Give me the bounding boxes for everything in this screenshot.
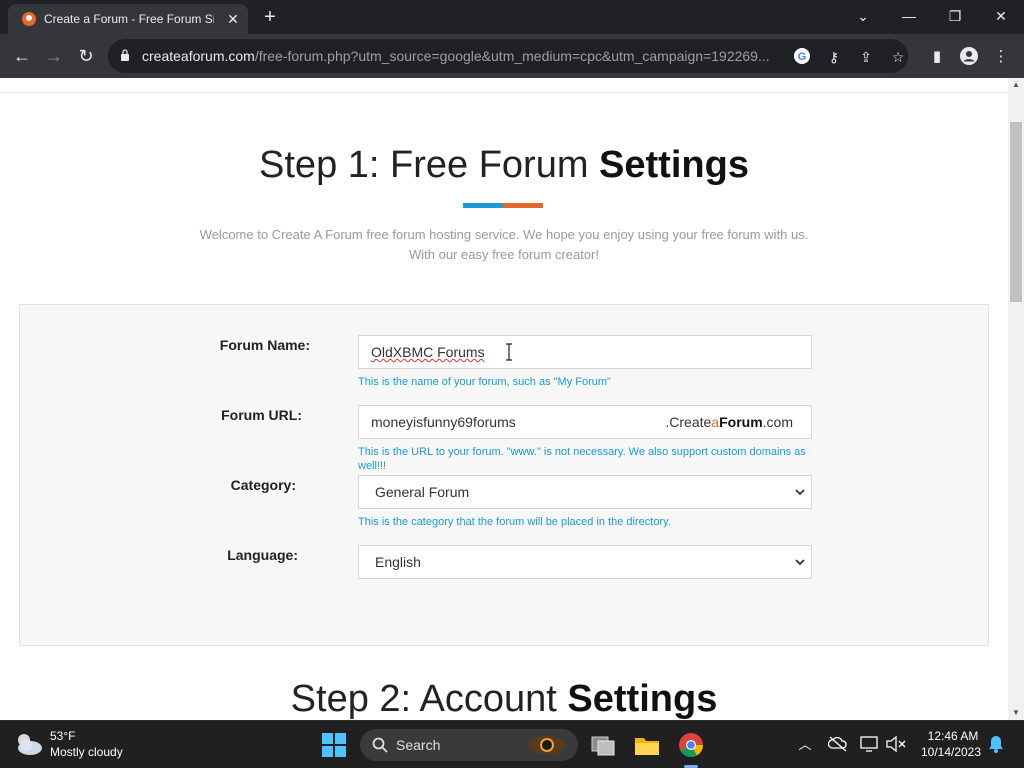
language-value: English [375, 554, 421, 570]
category-select[interactable]: General Forum [358, 475, 812, 509]
windows-start-icon[interactable] [322, 733, 346, 757]
accent-bar-blue [463, 203, 503, 208]
step2-heading: Step 2: Account Settings [0, 678, 1008, 720]
step2-heading-bold: Settings [567, 678, 718, 720]
forum-url-input[interactable]: moneyisfunny69forums .CreateaForum.com [358, 405, 812, 439]
weather-temp: 53°F [50, 729, 76, 743]
address-bar[interactable]: createaforum.com/free-forum.php?utm_sour… [108, 39, 908, 73]
tab-title: Create a Forum - Free Forum Sig [44, 12, 214, 26]
suffix-a: a [711, 414, 720, 430]
category-value: General Forum [375, 484, 470, 500]
back-button[interactable]: ← [8, 42, 36, 70]
heading-accent-bar [463, 203, 543, 208]
clock-date: 10/14/2023 [920, 745, 982, 759]
forum-url-value: moneyisfunny69forums [371, 414, 516, 430]
intro-line-2: With our easy free forum creator! [408, 247, 599, 262]
header-divider [0, 92, 1008, 93]
suffix-com: .com [762, 414, 793, 430]
tab-search-chevron-icon[interactable]: ⌄ [843, 4, 883, 28]
browser-tab[interactable]: Create a Forum - Free Forum Sig ✕ [8, 4, 248, 34]
notification-bell-icon[interactable] [988, 735, 1004, 753]
forum-name-help: This is the name of your forum, such as … [358, 376, 611, 388]
language-label: Language: [227, 547, 298, 563]
category-help: This is the category that the forum will… [358, 516, 671, 528]
page-scrollbar[interactable]: ▲ ▼ [1008, 78, 1024, 720]
createaforum-favicon-icon [22, 12, 36, 26]
profile-avatar-icon[interactable] [958, 46, 980, 68]
forum-name-value: OldXBMC Forums [371, 344, 485, 360]
volume-muted-icon[interactable] [886, 736, 906, 752]
forum-url-help: This is the URL to your forum. "www." is… [358, 446, 806, 472]
forward-button[interactable]: → [40, 42, 68, 70]
scroll-down-arrow-icon[interactable]: ▼ [1008, 706, 1024, 720]
onedrive-offline-icon[interactable] [828, 736, 848, 752]
category-label: Category: [230, 477, 296, 493]
weather-condition: Mostly cloudy [50, 745, 123, 759]
taskbar-search[interactable]: Search [360, 729, 578, 761]
window-close-button[interactable]: ✕ [981, 4, 1021, 28]
new-tab-button[interactable]: + [258, 6, 282, 28]
tab-strip: Create a Forum - Free Forum Sig ✕ + ⌄ — … [0, 0, 1024, 34]
task-view-icon[interactable] [590, 733, 616, 757]
cloud-moon-icon [18, 734, 42, 755]
restore-button[interactable]: ❐ [935, 4, 975, 28]
forum-name-input[interactable]: OldXBMC Forums [358, 335, 812, 369]
search-highlight-icon [529, 736, 565, 754]
lock-icon[interactable] [120, 49, 130, 61]
minimize-button[interactable]: — [889, 4, 929, 28]
share-icon[interactable]: ⇪ [856, 47, 876, 67]
step2-heading-light: Step 2: Account [290, 678, 568, 720]
clock-time: 12:46 AM [927, 729, 979, 743]
key-icon[interactable]: ⚷ [824, 47, 844, 67]
text-cursor-icon [506, 343, 512, 361]
scroll-up-arrow-icon[interactable]: ▲ [1008, 78, 1024, 92]
step1-heading: Step 1: Free Forum Settings [0, 144, 1008, 187]
forum-name-label: Forum Name: [219, 337, 310, 353]
display-icon[interactable] [860, 736, 880, 752]
url-path: /free-forum.php?utm_source=google&utm_me… [254, 48, 770, 64]
side-panel-icon[interactable]: ▮ [926, 46, 948, 68]
scrollbar-thumb[interactable] [1010, 122, 1022, 302]
url-host: createaforum.com [142, 48, 255, 64]
language-select[interactable]: English [358, 545, 812, 579]
page-viewport: Step 1: Free Forum Settings Welcome to C… [0, 78, 1008, 720]
forum-url-label: Forum URL: [221, 407, 302, 423]
step1-heading-bold: Settings [599, 144, 749, 186]
search-icon [372, 737, 388, 753]
search-label: Search [396, 737, 441, 753]
windows-taskbar: 53°F Mostly cloudy Search ︿ 12:46 AM 10/… [0, 720, 1024, 768]
browser-toolbar: ← → ↻ createaforum.com/free-forum.php?ut… [0, 34, 1024, 78]
url-text[interactable]: createaforum.com/free-forum.php?utm_sour… [142, 47, 792, 65]
chevron-down-icon [795, 489, 805, 496]
tray-overflow-chevron-icon[interactable]: ︿ [794, 735, 816, 755]
chevron-down-icon [795, 559, 805, 566]
suffix-create: .Create [665, 414, 712, 430]
google-lens-icon[interactable]: G [792, 47, 812, 67]
chrome-icon[interactable] [678, 732, 704, 758]
accent-bar-orange [503, 203, 543, 208]
forum-url-domain-suffix: .CreateaForum.com [665, 406, 793, 438]
suffix-forum: Forum [719, 414, 763, 430]
forum-settings-form: Forum Name: OldXBMC Forums This is the n… [19, 304, 989, 646]
menu-kebab-icon[interactable]: ⋮ [990, 46, 1012, 68]
tab-close-icon[interactable]: ✕ [224, 10, 242, 28]
intro-line-1: Welcome to Create A Forum free forum hos… [199, 227, 809, 242]
bookmark-star-icon[interactable]: ☆ [888, 47, 908, 67]
step1-heading-light: Step 1: Free Forum [259, 144, 600, 186]
file-explorer-icon[interactable] [634, 733, 660, 757]
reload-button[interactable]: ↻ [72, 42, 100, 70]
svg-text:G: G [798, 51, 807, 63]
